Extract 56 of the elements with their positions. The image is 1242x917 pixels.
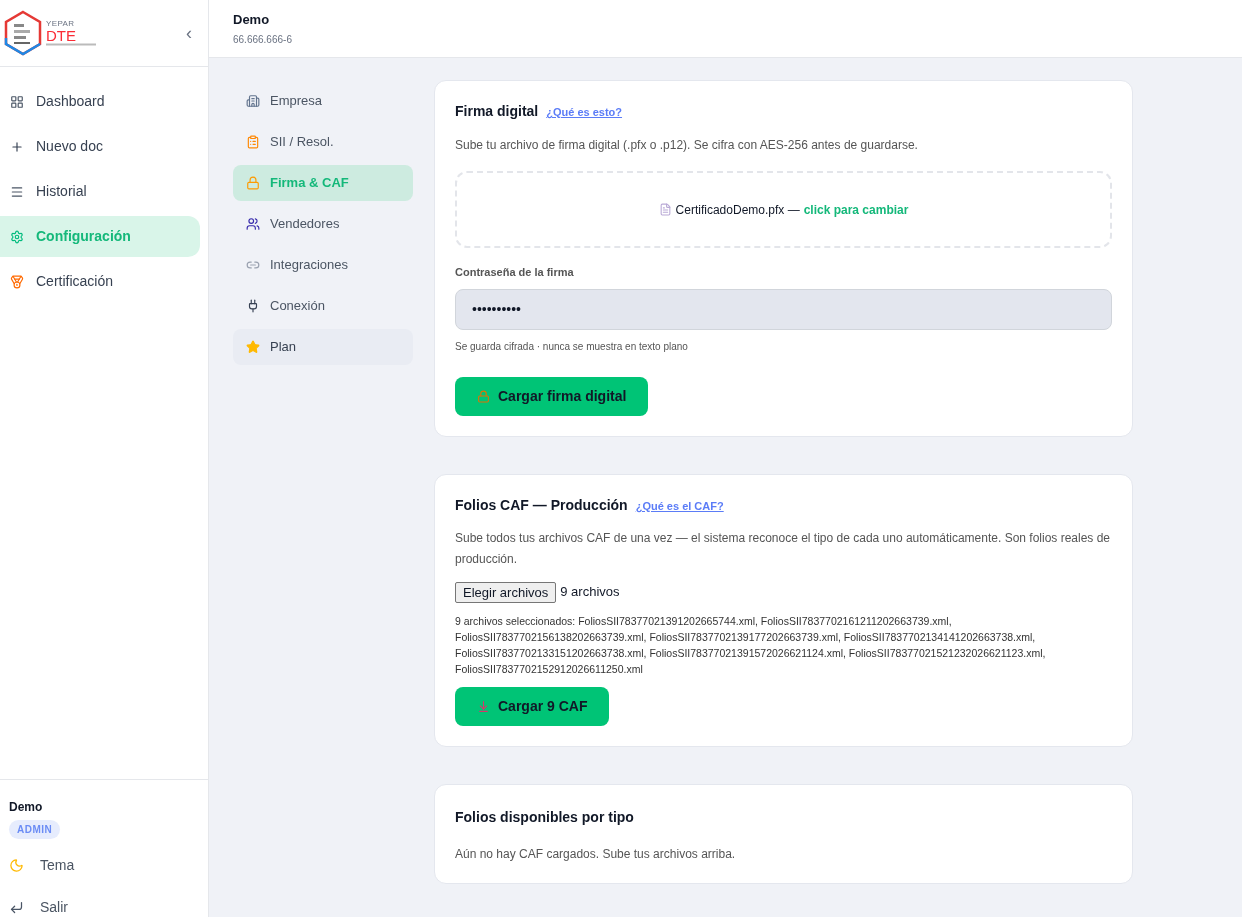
list-icon (10, 184, 24, 199)
card-description: Sube todos tus archivos CAF de una vez — el sistema reconoce el tipo de cada uno automáticamente. Son folios reales de producción. (455, 529, 1112, 568)
collapse-button[interactable]: ‹ (186, 19, 192, 47)
logo-icon (4, 10, 42, 56)
lock-icon (246, 176, 260, 190)
role-badge: ADMIN (9, 820, 61, 839)
lock-icon (477, 389, 490, 403)
user-name: Demo (9, 799, 44, 816)
choose-files-button[interactable]: Elegir archivos (455, 581, 557, 603)
clipboard-icon (246, 135, 260, 149)
settings-icon (10, 229, 24, 244)
nav-item[interactable]: Dashboard (0, 81, 200, 122)
plus-icon (10, 139, 24, 154)
building-icon (246, 94, 260, 108)
brand-tagline: YEPAR (46, 20, 76, 28)
nav-item[interactable]: Certificación (0, 261, 200, 302)
medal-icon (10, 274, 24, 289)
brand-name: DTE (46, 28, 77, 43)
star-icon (246, 340, 260, 354)
card-description: Sube tu archivo de firma digital (.pfx o .p12). Se cifra con AES-256 antes de guardarse. (455, 137, 919, 154)
help-link[interactable]: ¿Qué es el CAF? (635, 497, 724, 514)
nav-item[interactable]: Nuevo doc (0, 126, 200, 167)
selected-files-list: 9 archivos seleccionados: FoliosSII78377021391202665744.xml, FoliosSII7837702161211202663739.xml, FoliosSII7837702156138202663739.xml, FoliosSII7837702139177202663739.xml, FoliosSII7837702134141202663738.xml, FoliosSII7837702133151202663738.xml, FoliosSII78377021391572026621124.xml, FoliosSII78377021521232026621123.xml, FoliosSII7837702152912026611250.xml (455, 612, 1112, 677)
nav-item[interactable]: Historial (0, 171, 200, 212)
field-label: Contraseña de la firma (455, 265, 575, 280)
field-hint: Se guarda cifrada · nunca se muestra en texto plano (455, 339, 689, 354)
settings-tab[interactable]: Integraciones (233, 247, 413, 283)
document-icon (658, 203, 672, 216)
card-title: Firma digital (455, 102, 539, 121)
file-drop-zone[interactable]: CertificadoDemo.pfx — click para cambiar (455, 171, 1112, 248)
company-name: Demo (233, 11, 271, 29)
link-icon (246, 258, 260, 272)
grid-icon (10, 94, 24, 109)
settings-tab[interactable]: Conexión (233, 288, 413, 324)
empty-message: Aún no hay CAF cargados. Sube tus archivos arriba. (455, 845, 737, 863)
people-icon (246, 217, 260, 231)
settings-tab[interactable]: Plan (233, 329, 413, 365)
settings-tab[interactable]: Vendedores (233, 206, 413, 242)
card-title: Folios CAF — Producción (455, 495, 628, 515)
file-count: 9 archivos (560, 583, 620, 602)
help-link[interactable]: ¿Qué es esto? (546, 104, 623, 121)
password-field[interactable]: •••••••••• (455, 288, 1112, 330)
plug-icon (246, 299, 260, 313)
sidebar-action[interactable]: Tema (9, 855, 199, 875)
upload-signature-button[interactable]: Cargar firma digital (455, 376, 649, 416)
card-title: Folios disponibles por tipo (455, 807, 635, 827)
inbox-icon (477, 699, 490, 713)
upload-caf-button[interactable]: Cargar 9 CAF (455, 686, 610, 726)
sidebar-action[interactable]: Salir (9, 897, 199, 917)
moon-icon (9, 857, 24, 873)
file-name: CertificadoDemo.pfx — (675, 201, 800, 219)
company-rut: 66.666.666-6 (233, 32, 293, 47)
return-arrow-icon (9, 899, 24, 915)
brand-subtitle-drawing (46, 43, 96, 46)
settings-tab[interactable]: Empresa (233, 83, 413, 119)
settings-tab[interactable]: SII / Resol. (233, 124, 413, 160)
